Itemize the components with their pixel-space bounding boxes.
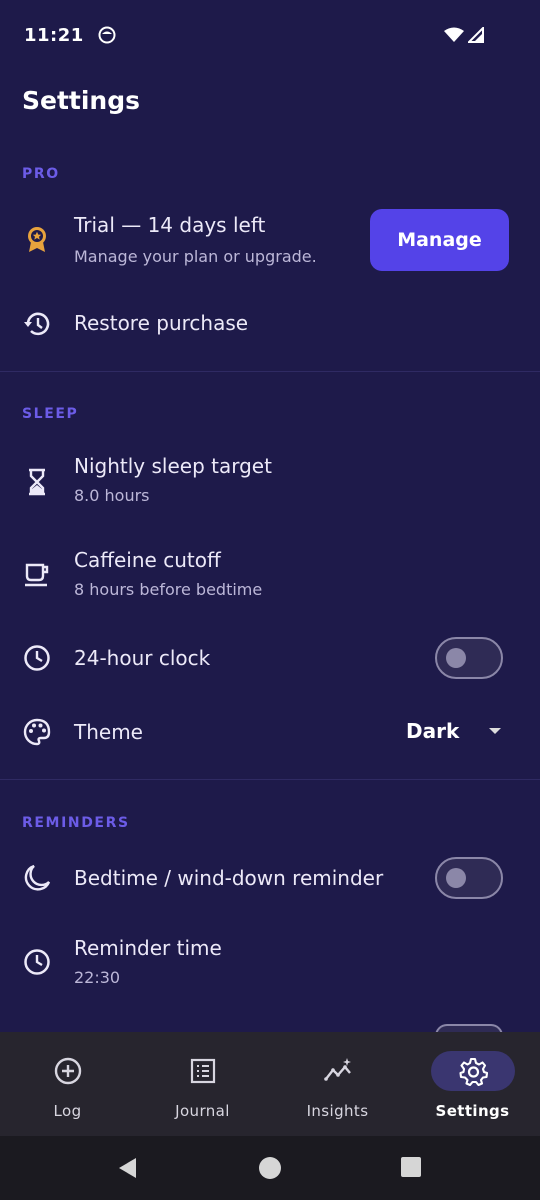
page-title: Settings [22, 86, 141, 115]
theme-selected-value: Dark [406, 719, 460, 743]
list-icon [190, 1058, 215, 1084]
nav-label: Log [53, 1102, 82, 1120]
trend-sparkle-icon [323, 1058, 351, 1081]
section-header-pro: PRO [22, 166, 60, 182]
trial-subtitle: Manage your plan or upgrade. [74, 247, 317, 266]
nav-item-journal[interactable]: Journal [135, 1032, 270, 1136]
caffeine-cutoff-row[interactable]: Caffeine cutoff 8 hours before bedtime [0, 540, 540, 618]
restore-purchase-label: Restore purchase [74, 311, 249, 335]
restore-purchase-row[interactable]: Restore purchase [0, 300, 540, 348]
section-divider [0, 371, 540, 372]
bedtime-reminder-toggle[interactable] [435, 857, 503, 899]
history-icon [24, 312, 50, 336]
section-header-reminders: REMINDERS [22, 815, 130, 831]
sleep-target-value: 8.0 hours [74, 486, 150, 505]
recents-icon[interactable] [400, 1156, 422, 1178]
sleep-target-title: Nightly sleep target [74, 454, 272, 478]
hourglass-icon [29, 468, 45, 496]
plus-circle-icon [54, 1057, 81, 1085]
award-badge-icon [28, 227, 46, 252]
home-icon[interactable] [258, 1156, 282, 1180]
reminder-time-value: 22:30 [74, 968, 121, 987]
nav-item-insights[interactable]: Insights [270, 1032, 405, 1136]
signal-icon [468, 27, 484, 43]
clock-icon [24, 645, 50, 671]
caffeine-cutoff-value: 8 hours before bedtime [74, 580, 263, 599]
clock-format-title: 24-hour clock [74, 646, 211, 670]
theme-title: Theme [74, 720, 143, 744]
status-time: 11:21 [24, 24, 84, 46]
gear-icon [458, 1057, 488, 1086]
back-icon[interactable] [116, 1156, 140, 1180]
caffeine-cutoff-title: Caffeine cutoff [74, 548, 221, 572]
nav-item-settings[interactable]: Settings [405, 1032, 540, 1136]
sleep-target-row[interactable]: Nightly sleep target 8.0 hours [0, 445, 540, 523]
coffee-cup-icon [25, 563, 49, 587]
status-indicators [444, 27, 484, 43]
palette-icon [23, 718, 51, 746]
nav-label: Insights [306, 1102, 369, 1120]
bottom-navigation: Log Journal Insights Settings [0, 1032, 540, 1136]
nav-item-log[interactable]: Log [0, 1032, 135, 1136]
clock-format-toggle[interactable] [435, 637, 503, 679]
trial-title: Trial — 14 days left [74, 213, 266, 237]
system-navigation-bar [0, 1136, 540, 1200]
reminder-time-row[interactable]: Reminder time 22:30 [0, 928, 540, 998]
bedtime-reminder-title: Bedtime / wind-down reminder [74, 866, 384, 890]
nav-label: Journal [175, 1102, 230, 1120]
wifi-icon [444, 27, 464, 42]
status-bar: 11:21 [0, 0, 540, 70]
moon-icon [24, 864, 51, 891]
app-notification-icon [98, 26, 116, 44]
theme-dropdown[interactable]: Dark [406, 716, 506, 746]
toggle-knob [446, 868, 466, 888]
toggle-knob [446, 648, 466, 668]
section-header-sleep: SLEEP [22, 406, 79, 422]
manage-button[interactable]: Manage [370, 209, 509, 271]
chevron-down-icon [489, 728, 502, 734]
reminder-time-title: Reminder time [74, 936, 222, 960]
section-divider [0, 779, 540, 780]
clock-icon [24, 949, 50, 975]
nav-label: Settings [435, 1102, 510, 1120]
